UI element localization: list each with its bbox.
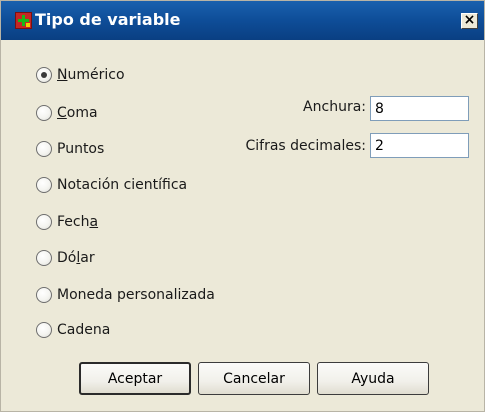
decimals-input[interactable] xyxy=(370,133,469,158)
radio-button[interactable] xyxy=(36,250,52,266)
variable-type-dialog: Tipo de variable × Numérico Coma Puntos … xyxy=(0,0,485,412)
radio-label-scientific: Notación científica xyxy=(57,177,188,193)
radio-numeric[interactable]: Numérico xyxy=(36,64,125,86)
decimals-label: Cifras decimales: xyxy=(245,138,367,154)
radio-label-custom-currency: Moneda personalizada xyxy=(57,287,215,303)
radio-label-comma: Coma xyxy=(57,105,98,121)
radio-string[interactable]: Cadena xyxy=(36,319,110,341)
radio-scientific[interactable]: Notación científica xyxy=(36,174,187,196)
title-bar[interactable]: Tipo de variable × xyxy=(1,1,484,40)
radio-date[interactable]: Fecha xyxy=(36,211,98,233)
radio-label-dots: Puntos xyxy=(57,141,105,157)
radio-dollar[interactable]: Dólar xyxy=(36,247,95,269)
width-input[interactable] xyxy=(370,96,469,121)
cancel-button[interactable]: Cancelar xyxy=(198,362,310,395)
radio-button[interactable] xyxy=(36,322,52,338)
help-button[interactable]: Ayuda xyxy=(317,362,429,395)
radio-label-dollar: Dólar xyxy=(57,250,95,266)
radio-button[interactable] xyxy=(36,214,52,230)
ok-button[interactable]: Aceptar xyxy=(79,362,191,395)
radio-button[interactable] xyxy=(36,287,52,303)
radio-button[interactable] xyxy=(36,141,52,157)
width-label: Anchura: xyxy=(303,99,366,115)
dialog-title: Tipo de variable xyxy=(35,10,181,29)
radio-label-numeric: Numérico xyxy=(57,67,125,83)
radio-comma[interactable]: Coma xyxy=(36,102,98,124)
radio-button[interactable] xyxy=(36,177,52,193)
radio-label-date: Fecha xyxy=(57,214,99,230)
radio-dots[interactable]: Puntos xyxy=(36,138,104,160)
spss-variable-icon xyxy=(15,12,32,29)
radio-custom-currency[interactable]: Moneda personalizada xyxy=(36,284,215,306)
radio-button-checked[interactable] xyxy=(36,67,52,83)
radio-button[interactable] xyxy=(36,105,52,121)
close-icon[interactable]: × xyxy=(461,13,478,29)
radio-label-string: Cadena xyxy=(57,322,111,338)
